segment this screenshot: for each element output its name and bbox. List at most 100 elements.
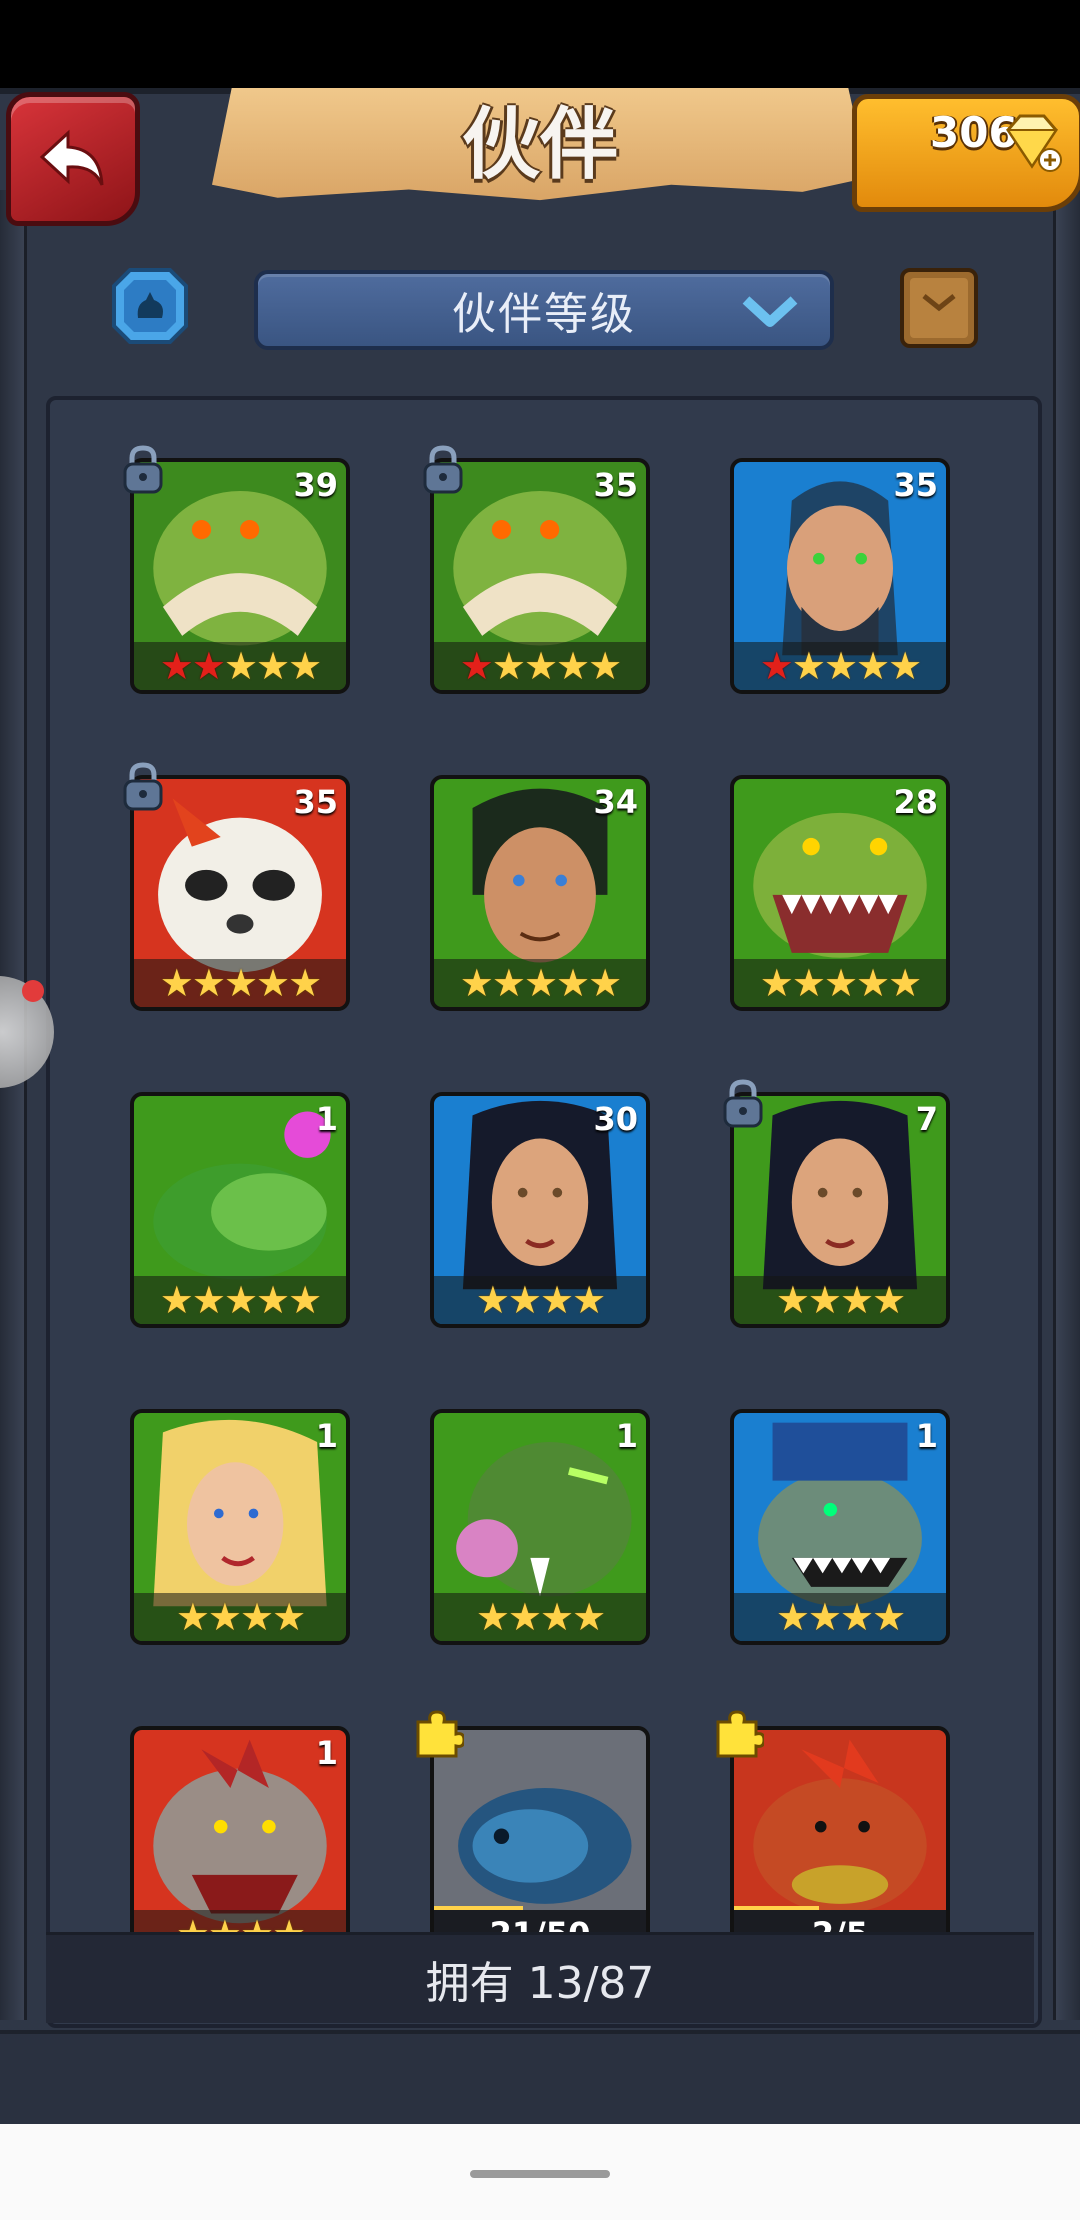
companion-card[interactable]: 21/50 bbox=[430, 1726, 650, 1962]
companion-card[interactable]: 30 ★ ★ ★ ★ bbox=[430, 1092, 650, 1328]
gold-star-icon: ★ bbox=[288, 644, 322, 688]
lock-icon bbox=[423, 445, 463, 494]
star-rating: ★ ★ ★ ★ ★ bbox=[134, 1276, 346, 1324]
gold-star-icon: ★ bbox=[556, 961, 590, 1005]
gold-star-icon: ★ bbox=[775, 1595, 810, 1639]
puzzle-piece-icon bbox=[716, 1710, 764, 1758]
companion-level: 1 bbox=[315, 1417, 338, 1455]
element-filter-button[interactable] bbox=[110, 266, 190, 346]
companion-card[interactable]: 1★★★★ bbox=[730, 1409, 950, 1645]
companion-card[interactable]: 35 ★ ★ ★ ★ ★ bbox=[730, 458, 950, 694]
gold-star-icon: ★ bbox=[256, 961, 290, 1005]
gold-star-icon: ★ bbox=[791, 644, 826, 688]
notification-dot bbox=[22, 980, 44, 1002]
gold-star-icon: ★ bbox=[191, 961, 226, 1005]
gold-star-icon: ★ bbox=[272, 1595, 306, 1639]
star-rating: ★★★★ bbox=[434, 1593, 646, 1641]
gold-star-icon: ★ bbox=[507, 1278, 542, 1322]
gold-star-icon: ★ bbox=[572, 1278, 606, 1322]
gold-star-icon: ★ bbox=[540, 1595, 574, 1639]
gold-star-icon: ★ bbox=[207, 1595, 242, 1639]
fragment-progress-bar bbox=[734, 1906, 819, 1910]
companion-card[interactable]: 1★★★★ bbox=[130, 1409, 350, 1645]
back-button[interactable] bbox=[6, 92, 140, 226]
gold-star-icon: ★ bbox=[556, 644, 590, 688]
gold-star-icon: ★ bbox=[823, 961, 858, 1005]
companion-card[interactable]: 1★★★★ bbox=[430, 1409, 650, 1645]
gold-star-icon: ★ bbox=[872, 1595, 906, 1639]
companion-list[interactable]: 39 ★ ★ ★ ★ ★ 35 ★ ★ ★ ★ ★ 35 ★ ★ ★ ★ ★ 35 ★ ★ ★ ★ ★ 34 ★ ★ ★ ★ ★ 28 ★ ★ ★… bbox=[46, 396, 1042, 2028]
companion-card[interactable]: 1★★★★ bbox=[130, 1726, 350, 1962]
gold-star-icon: ★ bbox=[240, 1595, 274, 1639]
gold-star-icon: ★ bbox=[840, 1595, 874, 1639]
companion-card[interactable]: 34 ★ ★ ★ ★ ★ bbox=[430, 775, 650, 1011]
frame-border-left bbox=[0, 190, 27, 2020]
puzzle-piece-icon bbox=[416, 1710, 464, 1758]
gold-star-icon: ★ bbox=[475, 1278, 510, 1322]
gold-star-icon: ★ bbox=[288, 961, 322, 1005]
gold-star-icon: ★ bbox=[807, 1278, 842, 1322]
diamond-plus-icon[interactable] bbox=[1000, 110, 1064, 174]
gold-star-icon: ★ bbox=[159, 1278, 194, 1322]
star-rating: ★ ★ ★ ★ ★ bbox=[134, 642, 346, 690]
star-rating: ★ ★ ★ ★ ★ bbox=[134, 959, 346, 1007]
companion-level: 34 bbox=[593, 783, 638, 821]
system-nav-bar bbox=[0, 2124, 1080, 2220]
owned-count-bar: 拥有 13/87 bbox=[46, 1932, 1034, 2023]
red-star-icon: ★ bbox=[459, 644, 494, 688]
gold-star-icon: ★ bbox=[807, 1595, 842, 1639]
companion-level: 1 bbox=[915, 1417, 938, 1455]
gold-star-icon: ★ bbox=[588, 644, 622, 688]
star-rating: ★ ★ ★ ★ ★ bbox=[434, 959, 646, 1007]
gold-star-icon: ★ bbox=[191, 1278, 226, 1322]
gold-star-icon: ★ bbox=[288, 1278, 322, 1322]
gold-star-icon: ★ bbox=[840, 1278, 874, 1322]
companion-level: 1 bbox=[315, 1100, 338, 1138]
gold-star-icon: ★ bbox=[223, 644, 258, 688]
gold-star-icon: ★ bbox=[256, 644, 290, 688]
gold-star-icon: ★ bbox=[775, 1278, 810, 1322]
gold-star-icon: ★ bbox=[791, 961, 826, 1005]
companion-card[interactable]: 2/5 bbox=[730, 1726, 950, 1962]
red-star-icon: ★ bbox=[159, 644, 194, 688]
frame-bottom bbox=[0, 2030, 1080, 2128]
gold-star-icon: ★ bbox=[759, 961, 794, 1005]
chevron-down-icon bbox=[742, 296, 798, 327]
gold-star-icon: ★ bbox=[856, 961, 890, 1005]
companion-card[interactable]: 1 ★ ★ ★ ★ ★ bbox=[130, 1092, 350, 1328]
red-star-icon: ★ bbox=[759, 644, 794, 688]
gold-star-icon: ★ bbox=[540, 1278, 574, 1322]
companion-level: 28 bbox=[893, 783, 938, 821]
frame-border-right bbox=[1053, 190, 1080, 2020]
gold-star-icon: ★ bbox=[823, 644, 858, 688]
sort-dropdown[interactable]: 伙伴等级 bbox=[254, 270, 834, 350]
companion-level: 35 bbox=[893, 466, 938, 504]
star-rating: ★ ★ ★ ★ ★ bbox=[434, 642, 646, 690]
gold-star-icon: ★ bbox=[523, 644, 558, 688]
companion-level: 7 bbox=[915, 1100, 938, 1138]
gold-star-icon: ★ bbox=[175, 1595, 210, 1639]
companion-level: 1 bbox=[315, 1734, 338, 1772]
page-title: 伙伴 bbox=[461, 100, 618, 190]
lock-icon bbox=[723, 1079, 763, 1128]
star-rating: ★★★★ bbox=[134, 1593, 346, 1641]
companion-level: 39 bbox=[293, 466, 338, 504]
scroll-book-button[interactable] bbox=[894, 262, 984, 352]
gold-star-icon: ★ bbox=[523, 961, 558, 1005]
red-star-icon: ★ bbox=[191, 644, 226, 688]
gold-star-icon: ★ bbox=[856, 644, 890, 688]
star-rating: ★★★★ bbox=[734, 1593, 946, 1641]
gold-star-icon: ★ bbox=[459, 961, 494, 1005]
companion-level: 30 bbox=[593, 1100, 638, 1138]
home-indicator[interactable] bbox=[470, 2170, 610, 2178]
companion-card[interactable]: 28 ★ ★ ★ ★ ★ bbox=[730, 775, 950, 1011]
gold-star-icon: ★ bbox=[491, 961, 526, 1005]
star-rating: ★★★★ bbox=[434, 1276, 646, 1324]
lock-icon bbox=[123, 445, 163, 494]
back-arrow-icon bbox=[39, 129, 104, 186]
gold-star-icon: ★ bbox=[223, 1278, 258, 1322]
gold-star-icon: ★ bbox=[256, 1278, 290, 1322]
gold-star-icon: ★ bbox=[888, 644, 922, 688]
gold-star-icon: ★ bbox=[507, 1595, 542, 1639]
companion-level: 35 bbox=[293, 783, 338, 821]
